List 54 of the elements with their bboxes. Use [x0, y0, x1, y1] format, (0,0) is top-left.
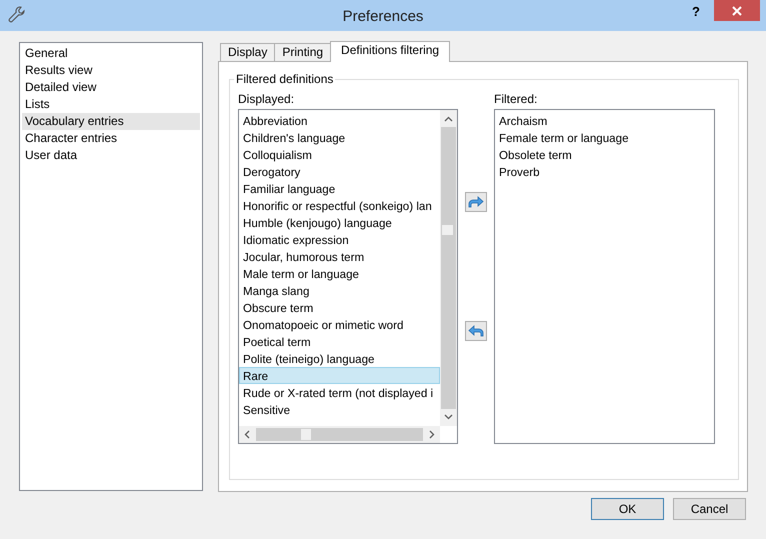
list-item[interactable]: Polite (teineigo) language: [239, 350, 440, 367]
dialog-button[interactable]: Cancel: [673, 498, 746, 520]
wrench-icon: [8, 6, 26, 24]
list-item[interactable]: Rude or X-rated term (not displayed i: [239, 384, 440, 401]
list-item[interactable]: Sensitive: [239, 401, 440, 418]
list-item[interactable]: Honorific or respectful (sonkeigo) lan: [239, 197, 440, 214]
list-item[interactable]: Archaism: [495, 112, 714, 129]
category-item[interactable]: Vocabulary entries: [22, 113, 200, 130]
list-item[interactable]: Derogatory: [239, 163, 440, 180]
scroll-right-icon[interactable]: [429, 430, 435, 439]
tab[interactable]: Definitions filtering: [330, 41, 450, 62]
dialog-button[interactable]: OK: [591, 498, 664, 520]
list-item[interactable]: Obscure term: [239, 299, 440, 316]
list-item[interactable]: Manga slang: [239, 282, 440, 299]
list-item[interactable]: Obsolete term: [495, 146, 714, 163]
list-item[interactable]: Idiomatic expression: [239, 231, 440, 248]
category-item[interactable]: Character entries: [22, 130, 200, 147]
list-item[interactable]: Jocular, humorous term: [239, 248, 440, 265]
scroll-thumb[interactable]: [301, 429, 311, 440]
move-right-button[interactable]: [465, 192, 487, 212]
list-item[interactable]: Poetical term: [239, 333, 440, 350]
scroll-left-icon[interactable]: [244, 430, 250, 439]
list-item[interactable]: Male term or language: [239, 265, 440, 282]
list-item[interactable]: Abbreviation: [239, 112, 440, 129]
move-left-button[interactable]: [465, 321, 487, 341]
list-item[interactable]: Humble (kenjougo) language: [239, 214, 440, 231]
category-item[interactable]: Detailed view: [22, 79, 200, 96]
list-item[interactable]: Colloquialism: [239, 146, 440, 163]
list-item[interactable]: Rare: [239, 367, 440, 384]
window-title: Preferences: [342, 7, 424, 27]
redo-arrow-icon: [468, 196, 484, 208]
help-button[interactable]: ?: [686, 2, 706, 22]
category-item[interactable]: Lists: [22, 96, 200, 113]
list-label: Filtered:: [494, 92, 538, 106]
list-item[interactable]: Familiar language: [239, 180, 440, 197]
list-item[interactable]: Onomatopoeic or mimetic word: [239, 316, 440, 333]
undo-arrow-icon: [468, 325, 484, 337]
group-title: Filtered definitions: [234, 72, 336, 86]
category-item[interactable]: User data: [22, 147, 200, 164]
scroll-down-icon[interactable]: [444, 414, 453, 420]
horizontal-scrollbar[interactable]: [239, 426, 440, 443]
close-icon: [732, 6, 742, 16]
tab[interactable]: Printing: [274, 43, 332, 61]
list-label: Displayed:: [238, 92, 296, 106]
list-item[interactable]: Proverb: [495, 163, 714, 180]
vertical-scrollbar[interactable]: [440, 110, 457, 426]
list-item[interactable]: Female term or language: [495, 129, 714, 146]
close-button[interactable]: [714, 0, 760, 21]
scroll-thumb[interactable]: [442, 225, 453, 235]
scroll-up-icon[interactable]: [444, 116, 453, 122]
tab[interactable]: Display: [220, 43, 276, 61]
category-item[interactable]: General: [22, 45, 200, 62]
list-item[interactable]: Children's language: [239, 129, 440, 146]
category-item[interactable]: Results view: [22, 62, 200, 79]
